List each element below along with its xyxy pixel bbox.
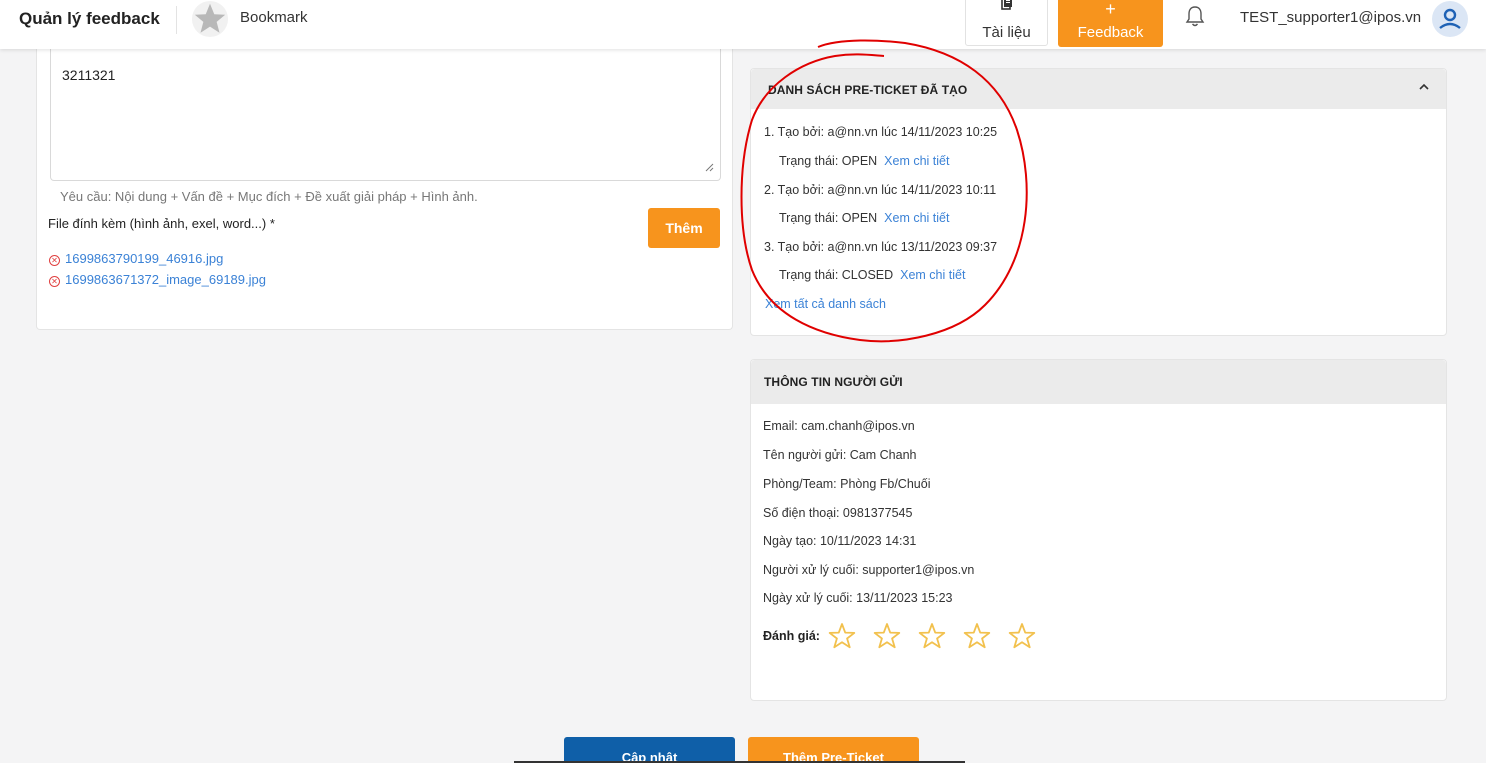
attachment-filename[interactable]: 1699863790199_46916.jpg <box>65 251 223 266</box>
bookmark-link[interactable]: Bookmark <box>240 9 308 26</box>
content-value: 3211321 <box>62 67 116 83</box>
star-icon[interactable] <box>963 622 991 650</box>
user-icon <box>1439 8 1461 29</box>
preticket-status-line: Trạng thái: CLOSED Xem chi tiết <box>779 268 965 282</box>
sender-team: Phòng/Team: Phòng Fb/Chuối <box>763 477 931 491</box>
docs-button[interactable]: Tài liệu <box>965 0 1048 46</box>
status-value: OPEN <box>841 154 878 168</box>
new-feedback-button[interactable]: + Feedback <box>1058 0 1163 47</box>
status-prefix: Trạng thái: <box>779 154 842 168</box>
sender-header: THÔNG TIN NGƯỜI GỬI <box>751 360 1446 404</box>
sender-title: THÔNG TIN NGƯỜI GỬI <box>764 375 903 389</box>
remove-file-icon[interactable]: ✕ <box>49 255 60 266</box>
add-preticket-button[interactable]: Thêm Pre-Ticket <box>748 737 919 763</box>
star-icon[interactable] <box>873 622 901 650</box>
attachment-item[interactable]: ✕ 1699863671372_image_69189.jpg <box>49 272 266 287</box>
sender-phone: Số điện thoại: 0981377545 <box>763 506 913 520</box>
attachment-filename[interactable]: 1699863671372_image_69189.jpg <box>65 272 266 287</box>
feedback-label: Feedback <box>1077 24 1144 41</box>
preticket-status-line: Trạng thái: OPEN Xem chi tiết <box>779 154 949 168</box>
avatar[interactable] <box>1432 1 1468 37</box>
star-icon[interactable] <box>191 0 229 38</box>
preticket-created: 2. Tạo bởi: a@nn.vn lúc 14/11/2023 10:11 <box>764 183 997 197</box>
app-title[interactable]: Quản lý feedback <box>19 9 160 29</box>
status-value: OPEN <box>841 211 878 225</box>
preticket-status-line: Trạng thái: OPEN Xem chi tiết <box>779 211 949 225</box>
attachment-label: File đính kèm (hình ảnh, exel, word...) … <box>48 216 275 231</box>
user-email[interactable]: TEST_supporter1@ipos.vn <box>1240 9 1421 26</box>
star-icon[interactable] <box>1008 622 1036 650</box>
resize-handle-icon[interactable] <box>704 162 714 172</box>
view-detail-link[interactable]: Xem chi tiết <box>900 268 965 282</box>
content-textarea[interactable]: 3211321 <box>50 49 721 181</box>
see-all-link[interactable]: Xem tất cả danh sách <box>765 297 886 311</box>
sender-email: Email: cam.chanh@ipos.vn <box>763 419 915 433</box>
star-icon[interactable] <box>828 622 856 650</box>
status-prefix: Trạng thái: <box>779 268 842 282</box>
rating-label: Đánh giá: <box>763 629 820 643</box>
sender-name: Tên người gửi: Cam Chanh <box>763 448 917 462</box>
last-handled-date: Ngày xử lý cuối: 13/11/2023 15:23 <box>763 591 953 605</box>
feedback-form-card: 3211321 Yêu cầu: Nội dung + Vấn đề + Mục… <box>36 49 733 330</box>
attachment-item[interactable]: ✕ 1699863790199_46916.jpg <box>49 251 223 266</box>
book-icon <box>1001 0 1012 10</box>
star-icon[interactable] <box>918 622 946 650</box>
preticket-header[interactable]: DANH SÁCH PRE-TICKET ĐÃ TẠO <box>751 69 1446 109</box>
top-bar: Quản lý feedback Bookmark Tài liệu + Fee… <box>0 0 1486 49</box>
preticket-list-card: DANH SÁCH PRE-TICKET ĐÃ TẠO 1. Tạo bởi: … <box>750 68 1447 336</box>
rating: Đánh giá: <box>763 622 1053 650</box>
add-attachment-button[interactable]: Thêm <box>648 208 720 248</box>
docs-label: Tài liệu <box>982 24 1031 41</box>
view-detail-link[interactable]: Xem chi tiết <box>884 154 949 168</box>
status-prefix: Trạng thái: <box>779 211 842 225</box>
preticket-created: 3. Tạo bởi: a@nn.vn lúc 13/11/2023 09:37 <box>764 240 998 254</box>
bell-icon[interactable] <box>1184 4 1206 28</box>
divider <box>176 6 177 34</box>
view-detail-link[interactable]: Xem chi tiết <box>884 211 949 225</box>
status-value: CLOSED <box>841 268 894 282</box>
created-date: Ngày tạo: 10/11/2023 14:31 <box>763 534 917 548</box>
remove-file-icon[interactable]: ✕ <box>49 276 60 287</box>
update-button[interactable]: Cập nhật <box>564 737 735 763</box>
preticket-title: DANH SÁCH PRE-TICKET ĐÃ TẠO <box>768 83 968 97</box>
last-handler: Người xử lý cuối: supporter1@ipos.vn <box>763 563 975 577</box>
plus-icon: + <box>1105 0 1116 19</box>
preticket-created: 1. Tạo bởi: a@nn.vn lúc 14/11/2023 10:25 <box>764 125 998 139</box>
chevron-up-icon[interactable] <box>1418 81 1430 93</box>
sender-info-card: THÔNG TIN NGƯỜI GỬI Email: cam.chanh@ipo… <box>750 359 1447 701</box>
content-hint: Yêu cầu: Nội dung + Vấn đề + Mục đích + … <box>60 189 478 204</box>
